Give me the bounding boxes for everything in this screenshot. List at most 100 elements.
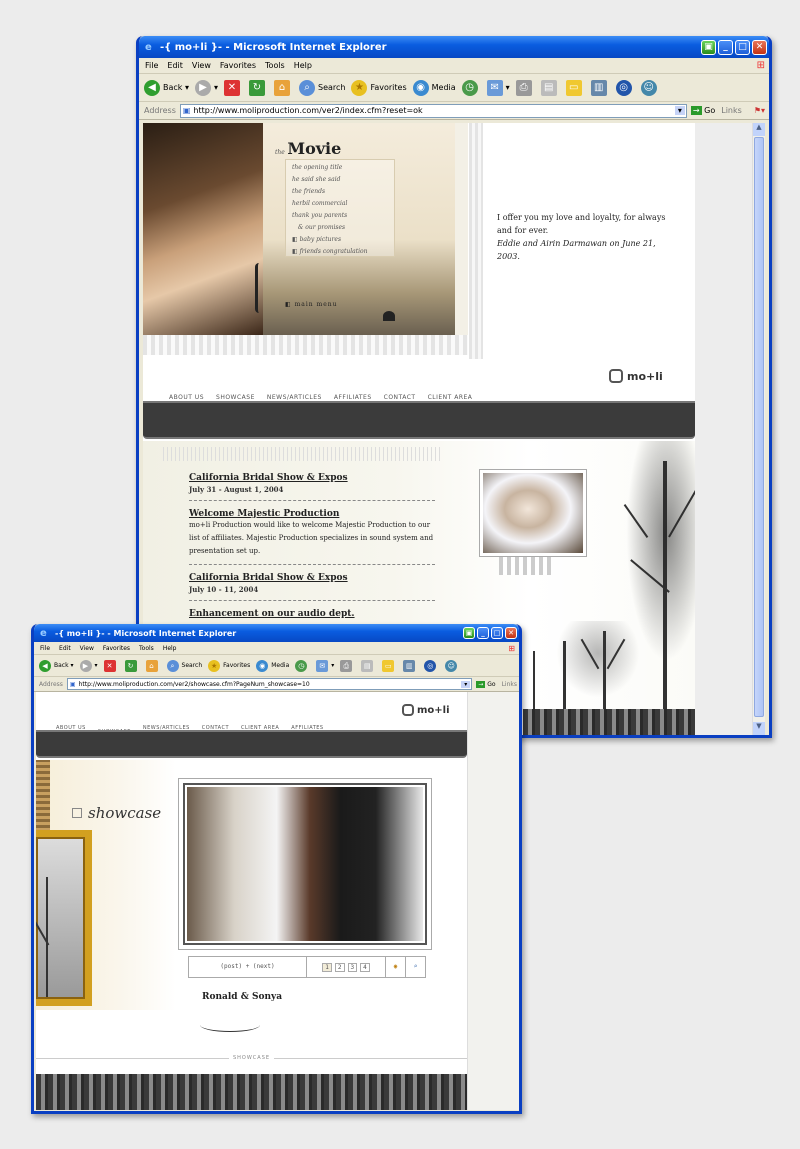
restore-down-icon[interactable]: ▣	[701, 39, 716, 55]
footer-label: SHOWCASE	[228, 1055, 275, 1066]
messenger-button[interactable]: ◎	[615, 79, 635, 96]
moli-logo[interactable]: mo+li	[609, 369, 663, 383]
nav-bar	[36, 730, 467, 758]
go-button[interactable]: → Go	[690, 106, 715, 115]
discuss-button[interactable]: ▭	[565, 79, 585, 96]
wedding-photo[interactable]	[187, 787, 423, 941]
play-icon[interactable]: ◉	[385, 957, 405, 977]
minimize-button[interactable]: _	[477, 627, 489, 639]
edit-button[interactable]: ▤	[540, 79, 560, 96]
refresh-button[interactable]: ↻	[249, 79, 268, 96]
forward-arrow-icon: ▶	[79, 659, 92, 672]
page-number[interactable]: 2	[334, 962, 345, 972]
refresh-button[interactable]: ↻	[124, 659, 140, 672]
media-button[interactable]: ◉ Media	[412, 79, 456, 96]
messenger-button[interactable]: ◎	[424, 659, 439, 672]
news-item[interactable]: California Bridal Show & Expos July 31 -…	[189, 473, 439, 494]
print-button[interactable]: ⎙	[515, 79, 535, 96]
home-button[interactable]: ⌂	[145, 659, 161, 672]
go-arrow-icon: →	[476, 680, 486, 688]
edit-button[interactable]: ▤	[361, 659, 376, 672]
address-input[interactable]: ▣ http://www.moliproduction.com/ver2/show…	[66, 678, 473, 690]
restore-down-icon[interactable]: ▣	[463, 627, 475, 639]
movie-item[interactable]: thank you parents	[292, 210, 388, 222]
favorites-button[interactable]: ★ Favorites	[208, 659, 250, 672]
refresh-icon: ↻	[249, 79, 265, 96]
forward-button[interactable]: ▶ ▾	[79, 659, 98, 672]
menu-help[interactable]: Help	[294, 61, 312, 70]
movie-item[interactable]: & our promises	[292, 222, 388, 234]
forward-button[interactable]: ▶ ▾	[194, 79, 218, 96]
people-button[interactable]: ☺	[640, 79, 660, 96]
close-button[interactable]: ✕	[505, 627, 517, 639]
moli-logo[interactable]: mo+li	[402, 704, 450, 716]
scroll-down-icon[interactable]: ▼	[753, 722, 765, 735]
news-title[interactable]: California Bridal Show & Expos	[189, 473, 439, 483]
address-dropdown-icon[interactable]: ▾	[461, 680, 471, 688]
menu-tools[interactable]: Tools	[139, 645, 154, 652]
history-button[interactable]: ◷	[295, 659, 310, 672]
movie-item[interactable]: herbil commercial	[292, 198, 388, 210]
mail-button[interactable]: ✉ ▾	[486, 79, 510, 96]
menu-file[interactable]: File	[40, 645, 50, 652]
maximize-button[interactable]: □	[735, 39, 750, 55]
menu-view[interactable]: View	[192, 61, 211, 70]
back-button[interactable]: ◀ Back ▾	[39, 659, 74, 672]
menu-edit[interactable]: Edit	[167, 61, 183, 70]
movie-item[interactable]: ◧ friends congratulation	[292, 246, 388, 258]
stop-button[interactable]: ✕	[224, 79, 243, 96]
go-button[interactable]: → Go	[476, 680, 496, 688]
back-button[interactable]: ◀ Back ▾	[144, 79, 189, 96]
close-button[interactable]: ✕	[752, 39, 767, 55]
menu-edit[interactable]: Edit	[59, 645, 71, 652]
menu-favorites[interactable]: Favorites	[220, 61, 256, 70]
news-item[interactable]: Welcome Majestic Production mo+li Produc…	[189, 509, 439, 558]
news-item[interactable]: California Bridal Show & Expos July 10 -…	[189, 573, 439, 594]
news-title[interactable]: Welcome Majestic Production	[189, 509, 439, 519]
page-number[interactable]: 4	[360, 962, 370, 972]
movie-item[interactable]: he said she said	[292, 174, 388, 186]
scroll-up-icon[interactable]: ▲	[753, 123, 765, 136]
address-dropdown-icon[interactable]: ▾	[674, 106, 685, 115]
history-button[interactable]: ◷	[461, 79, 481, 96]
menu-help[interactable]: Help	[163, 645, 177, 652]
translate-icon[interactable]: ⚑▾	[754, 106, 765, 115]
address-input[interactable]: ▣ http://www.moliproduction.com/ver2/inde…	[179, 103, 687, 118]
menu-tools[interactable]: Tools	[265, 61, 285, 70]
stop-button[interactable]: ✕	[103, 659, 119, 672]
movie-item[interactable]: the opening title	[292, 162, 388, 174]
research-button[interactable]: ▥	[403, 659, 418, 672]
news-title[interactable]: California Bridal Show & Expos	[189, 573, 439, 583]
title-bar[interactable]: e -{ mo+li }- - Microsoft Internet Explo…	[34, 624, 519, 642]
minimize-button[interactable]: _	[718, 39, 733, 55]
links-label[interactable]: Links	[502, 681, 517, 688]
print-button[interactable]: ⎙	[340, 659, 355, 672]
movie-item[interactable]: the friends	[292, 186, 388, 198]
menu-view[interactable]: View	[80, 645, 94, 652]
media-button[interactable]: ◉ Media	[256, 659, 289, 672]
page-number[interactable]: 1	[322, 962, 332, 972]
main-menu-link[interactable]: ◧ main menu	[285, 301, 338, 308]
favorites-button[interactable]: ★ Favorites	[351, 79, 407, 96]
people-button[interactable]: ☺	[445, 659, 460, 672]
search-button[interactable]: ⌕ Search	[299, 79, 345, 96]
movie-item[interactable]: ◧ baby pictures	[292, 234, 388, 246]
menu-file[interactable]: File	[145, 61, 158, 70]
discuss-button[interactable]: ▭	[382, 659, 397, 672]
vertical-scrollbar[interactable]: ▲ ▼	[752, 123, 765, 735]
mail-button[interactable]: ✉ ▾	[316, 659, 334, 672]
winter-trees-illustration	[523, 441, 695, 735]
news-item[interactable]: Enhancement on our audio dept.	[189, 609, 439, 619]
page-number[interactable]: 3	[347, 962, 358, 972]
links-label[interactable]: Links	[721, 106, 742, 115]
maximize-button[interactable]: □	[491, 627, 503, 639]
menu-favorites[interactable]: Favorites	[103, 645, 130, 652]
home-button[interactable]: ⌂	[274, 79, 293, 96]
scroll-thumb[interactable]	[754, 137, 764, 717]
research-button[interactable]: ▥	[590, 79, 610, 96]
zoom-icon[interactable]: ⌕	[405, 957, 425, 977]
title-bar[interactable]: e -{ mo+li }- - Microsoft Internet Explo…	[139, 36, 769, 58]
news-title[interactable]: Enhancement on our audio dept.	[189, 609, 439, 619]
search-button[interactable]: ⌕ Search	[166, 659, 202, 672]
news-separator	[189, 500, 435, 501]
